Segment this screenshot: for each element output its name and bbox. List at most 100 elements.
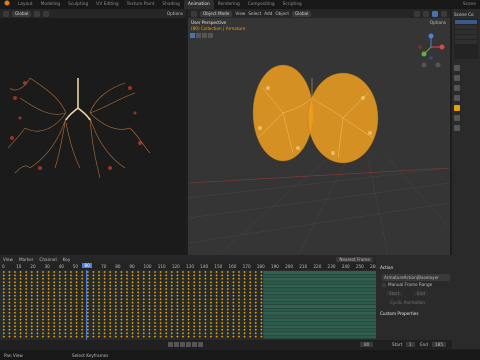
next-key-icon[interactable]	[192, 342, 197, 347]
keyframe	[187, 301, 190, 304]
tab-uv-editing[interactable]: UV Editing	[92, 0, 122, 9]
keyframe	[170, 281, 173, 284]
keyframe	[153, 274, 157, 277]
end-field[interactable]: End	[414, 291, 428, 296]
data-tab-icon[interactable]	[454, 125, 460, 131]
snap-icon[interactable]	[43, 10, 50, 17]
keyframe	[86, 291, 89, 294]
menu-key[interactable]: Key	[63, 257, 71, 262]
menu-object[interactable]: Object	[275, 11, 289, 16]
keyframe	[36, 328, 39, 331]
tab-animation[interactable]: Animation	[183, 0, 214, 9]
tab-modeling[interactable]: Modeling	[37, 0, 65, 9]
frame-tick-label: 150	[214, 264, 223, 269]
prev-key-icon[interactable]	[174, 342, 179, 347]
editor-type-icon[interactable]	[3, 10, 9, 17]
navigation-gizmo[interactable]	[416, 32, 446, 72]
tab-shading[interactable]: Shading	[158, 0, 183, 9]
keyframe	[204, 325, 207, 328]
start-field[interactable]: Start	[386, 291, 403, 296]
keyframe	[92, 274, 95, 277]
orientation-dropdown[interactable]: Global	[292, 10, 312, 17]
3d-viewport[interactable]: User Perspective (80) Collection | Armat…	[188, 18, 450, 255]
custom-properties-header[interactable]: Custom Properties	[380, 311, 419, 316]
keyframe	[86, 277, 89, 280]
keyframe-area[interactable]	[0, 270, 376, 340]
keyframe	[2, 325, 5, 328]
scene-tab-icon[interactable]	[454, 95, 460, 101]
keyframe	[204, 335, 207, 338]
menu-select[interactable]: Select	[248, 11, 261, 16]
render-viewport[interactable]	[0, 18, 186, 255]
orientation-dropdown[interactable]: Global	[12, 10, 32, 17]
keyframe	[243, 301, 246, 304]
keyframe	[204, 315, 207, 318]
keyframe	[181, 325, 185, 328]
modifier-tab-icon[interactable]	[454, 115, 460, 121]
tab-layout[interactable]: Layout	[14, 0, 37, 9]
render-tab-icon[interactable]	[454, 75, 460, 81]
keyframe	[36, 284, 39, 287]
menu-view[interactable]: View	[3, 257, 13, 262]
menu-add[interactable]: Add	[264, 11, 272, 16]
keyframe	[69, 321, 73, 325]
output-tab-icon[interactable]	[454, 85, 460, 91]
jump-start-icon[interactable]	[168, 342, 173, 347]
shading-solid-icon[interactable]	[432, 10, 438, 17]
keyframe	[30, 291, 33, 294]
menu-channel[interactable]: Channel	[39, 257, 56, 262]
viewport-options[interactable]: Options	[430, 20, 446, 25]
current-frame-indicator[interactable]: 80	[82, 263, 92, 268]
shading-material-icon[interactable]	[441, 10, 447, 17]
mode-dropdown[interactable]: Object Mode	[200, 10, 233, 17]
menu-view[interactable]: View	[235, 11, 245, 16]
cyclic-label[interactable]: Cyclic Animation	[390, 300, 425, 305]
keyframe	[64, 321, 67, 325]
pivot-icon[interactable]	[34, 10, 41, 17]
outliner-tree[interactable]	[454, 19, 478, 59]
frame-ruler[interactable]: 0102030405060708090100110120130140150160…	[0, 263, 378, 270]
keyframe	[58, 294, 61, 297]
manual-range-checkbox[interactable]	[382, 283, 386, 287]
keyframe	[41, 287, 45, 291]
play-reverse-icon[interactable]	[180, 342, 185, 347]
keyframe	[41, 298, 45, 301]
editor-type-icon[interactable]	[191, 10, 197, 17]
keyframe	[215, 304, 218, 308]
keyframe	[25, 304, 28, 308]
tab-sculpting[interactable]: Sculpting	[64, 0, 92, 9]
keyframe	[209, 328, 213, 331]
tab-rendering[interactable]: Rendering	[214, 0, 244, 9]
keyframe	[187, 281, 190, 284]
snap-dropdown[interactable]: Nearest Frame	[336, 256, 373, 262]
overlays-icon[interactable]	[423, 10, 429, 17]
tool-tab-icon[interactable]	[454, 65, 460, 71]
current-frame-field[interactable]: 80	[360, 342, 374, 347]
blender-logo-icon[interactable]	[0, 0, 14, 9]
visibility-icon[interactable]	[414, 10, 420, 17]
keyframe	[81, 294, 84, 297]
action-header[interactable]: Action	[380, 265, 393, 270]
play-icon[interactable]	[186, 342, 191, 347]
tab-compositing[interactable]: Compositing	[244, 0, 279, 9]
scene-selector[interactable]: Scene	[459, 0, 480, 9]
start-frame-field[interactable]: 1	[406, 342, 415, 347]
action-name-field[interactable]: ArmatureAction|Baselayer	[382, 274, 450, 281]
keyframe	[153, 294, 157, 297]
keyframe	[254, 301, 257, 304]
keyframe	[97, 311, 101, 314]
channel-row	[263, 301, 376, 305]
end-frame-field[interactable]: 185	[432, 342, 446, 347]
keyframe	[170, 274, 173, 277]
keyframe	[8, 332, 11, 335]
keyframe	[47, 291, 50, 294]
tab-texture-paint[interactable]: Texture Paint	[123, 0, 159, 9]
options-dropdown[interactable]: Options	[167, 11, 183, 16]
jump-end-icon[interactable]	[198, 342, 203, 347]
keyframe	[221, 291, 224, 294]
keyframe	[254, 318, 257, 321]
object-tab-icon[interactable]	[454, 105, 460, 111]
tab-scripting[interactable]: Scripting	[279, 0, 306, 9]
keyframe	[187, 304, 190, 308]
menu-marker[interactable]: Marker	[19, 257, 33, 262]
